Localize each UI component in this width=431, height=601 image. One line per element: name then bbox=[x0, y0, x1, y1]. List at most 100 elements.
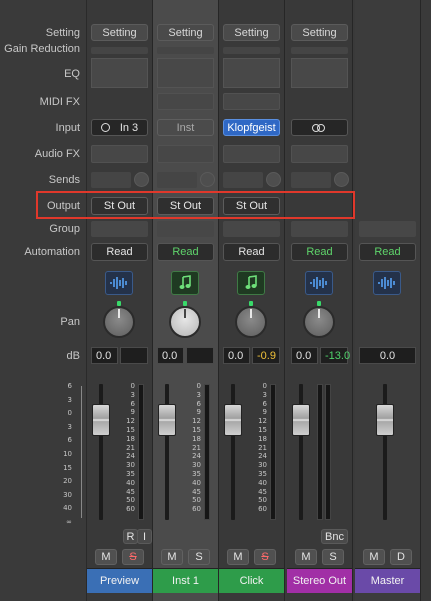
meter-scale-tick: 45 bbox=[192, 487, 201, 496]
pan-knob[interactable] bbox=[235, 306, 267, 338]
volume-readout[interactable]: 0.0 bbox=[91, 347, 118, 364]
fader-handle[interactable] bbox=[158, 404, 176, 436]
mute-button[interactable]: M bbox=[295, 549, 317, 565]
record-enable-button[interactable]: R bbox=[123, 529, 138, 544]
volume-fader[interactable] bbox=[355, 382, 420, 524]
setting-button[interactable]: Setting bbox=[91, 24, 148, 41]
track-name[interactable]: Click bbox=[219, 568, 284, 593]
track-icon[interactable] bbox=[171, 271, 199, 295]
volume-readout[interactable]: 0.0 bbox=[223, 347, 250, 364]
volume-fader[interactable]: 0 3 6 9 12 15 18 21 24 30 35 40 45 50 60 bbox=[87, 382, 152, 524]
meter-scale-tick: 60 bbox=[258, 505, 267, 514]
eq-thumbnail[interactable] bbox=[91, 58, 148, 88]
track-icon[interactable] bbox=[305, 271, 333, 295]
meter-scale-tick: 3 bbox=[130, 390, 135, 399]
send-slot[interactable] bbox=[223, 172, 263, 188]
volume-fader[interactable]: 0 3 6 9 12 15 18 21 24 30 35 40 45 50 60 bbox=[153, 382, 218, 524]
meter-scale-tick: 30 bbox=[192, 461, 201, 470]
setting-button[interactable]: Setting bbox=[291, 24, 348, 41]
automation-mode-button[interactable]: Read bbox=[157, 243, 214, 261]
volume-fader[interactable]: 0 3 6 9 12 15 18 21 24 30 35 40 45 50 60 bbox=[219, 382, 284, 524]
track-name[interactable]: Inst 1 bbox=[153, 568, 218, 593]
audio-fx-slot[interactable] bbox=[291, 145, 348, 163]
channel-strip-inst-1: Setting Inst St Out Read 0.0 0 3 6 9 12 15 18 2… bbox=[153, 0, 219, 601]
volume-readout[interactable]: 0.0 bbox=[359, 347, 416, 364]
pan-knob[interactable] bbox=[303, 306, 335, 338]
send-level-knob[interactable] bbox=[200, 172, 215, 187]
midi-fx-slot[interactable] bbox=[157, 93, 214, 110]
input-button[interactable]: In 3 bbox=[91, 119, 148, 136]
fader-handle[interactable] bbox=[376, 404, 394, 436]
track-icon[interactable] bbox=[105, 271, 133, 295]
meter-scale-tick: 60 bbox=[126, 505, 135, 514]
send-slot[interactable] bbox=[157, 172, 197, 188]
meter-scale-tick: 24 bbox=[258, 452, 267, 461]
fader-handle[interactable] bbox=[224, 404, 242, 436]
pan-knob[interactable] bbox=[103, 306, 135, 338]
label-sends: Sends bbox=[48, 174, 80, 186]
setting-button[interactable]: Setting bbox=[223, 24, 280, 41]
send-slot[interactable] bbox=[291, 172, 331, 188]
fader-handle[interactable] bbox=[92, 404, 110, 436]
output-button[interactable]: St Out bbox=[223, 197, 280, 215]
solo-button[interactable]: S bbox=[188, 549, 210, 565]
instrument-slot[interactable]: Inst bbox=[157, 119, 214, 136]
label-audio-fx: Audio FX bbox=[34, 148, 80, 160]
mute-button[interactable]: M bbox=[227, 549, 249, 565]
input-monitor-button[interactable]: I bbox=[137, 529, 152, 544]
send-slot[interactable] bbox=[91, 172, 131, 188]
volume-fader[interactable] bbox=[287, 382, 352, 524]
volume-readout[interactable]: 0.0 bbox=[291, 347, 318, 364]
mute-button[interactable]: M bbox=[161, 549, 183, 565]
eq-thumbnail[interactable] bbox=[291, 58, 348, 88]
automation-mode-button[interactable]: Read bbox=[91, 243, 148, 261]
pan-knob[interactable] bbox=[169, 306, 201, 338]
meter-scale-tick: 35 bbox=[258, 469, 267, 478]
meter-scale-tick: 60 bbox=[192, 505, 201, 514]
solo-safe-button[interactable]: S bbox=[254, 549, 276, 565]
dim-button[interactable]: D bbox=[390, 549, 412, 565]
label-gain-reduction: Gain Reduction bbox=[4, 43, 80, 55]
audio-fx-slot[interactable] bbox=[223, 145, 280, 163]
audio-fx-slot[interactable] bbox=[91, 145, 148, 163]
volume-readout[interactable]: 0.0 bbox=[157, 347, 184, 364]
output-button[interactable]: St Out bbox=[157, 197, 214, 215]
row-labels: Setting Gain Reduction EQ MIDI FX Input … bbox=[0, 0, 87, 601]
group-slot[interactable] bbox=[91, 221, 148, 237]
bounce-button[interactable]: Bnc bbox=[321, 529, 348, 544]
midi-fx-slot[interactable] bbox=[223, 93, 280, 110]
audio-waveform-icon bbox=[310, 277, 327, 289]
solo-safe-button[interactable]: S bbox=[122, 549, 144, 565]
meter-scale-tick: 21 bbox=[126, 443, 135, 452]
fader-scale-tick: 30 bbox=[63, 490, 72, 499]
track-icon[interactable] bbox=[237, 271, 265, 295]
send-level-knob[interactable] bbox=[334, 172, 349, 187]
track-name[interactable]: Stereo Out bbox=[287, 568, 352, 593]
group-slot[interactable] bbox=[359, 221, 416, 237]
instrument-slot[interactable]: Klopfgeist bbox=[223, 119, 280, 136]
solo-button[interactable]: S bbox=[322, 549, 344, 565]
meter-scale-tick: 50 bbox=[258, 496, 267, 505]
output-button[interactable]: St Out bbox=[91, 197, 148, 215]
track-name[interactable]: Master bbox=[355, 568, 420, 593]
audio-fx-slot[interactable] bbox=[157, 145, 214, 163]
input-format-button[interactable] bbox=[291, 119, 348, 136]
send-level-knob[interactable] bbox=[266, 172, 281, 187]
send-level-knob[interactable] bbox=[134, 172, 149, 187]
automation-mode-button[interactable]: Read bbox=[359, 243, 416, 261]
automation-mode-button[interactable]: Read bbox=[223, 243, 280, 261]
mute-button[interactable]: M bbox=[95, 549, 117, 565]
track-icon[interactable] bbox=[373, 271, 401, 295]
group-slot[interactable] bbox=[223, 221, 280, 237]
setting-button[interactable]: Setting bbox=[157, 24, 214, 41]
eq-thumbnail[interactable] bbox=[157, 58, 214, 88]
track-name[interactable]: Preview bbox=[87, 568, 152, 593]
automation-mode-button[interactable]: Read bbox=[291, 243, 348, 261]
meter-scale-tick: 40 bbox=[126, 478, 135, 487]
eq-thumbnail[interactable] bbox=[223, 58, 280, 88]
mute-button[interactable]: M bbox=[363, 549, 385, 565]
group-slot[interactable] bbox=[291, 221, 348, 237]
meter-scale-tick: 21 bbox=[192, 443, 201, 452]
group-slot[interactable] bbox=[157, 221, 214, 237]
fader-handle[interactable] bbox=[292, 404, 310, 436]
